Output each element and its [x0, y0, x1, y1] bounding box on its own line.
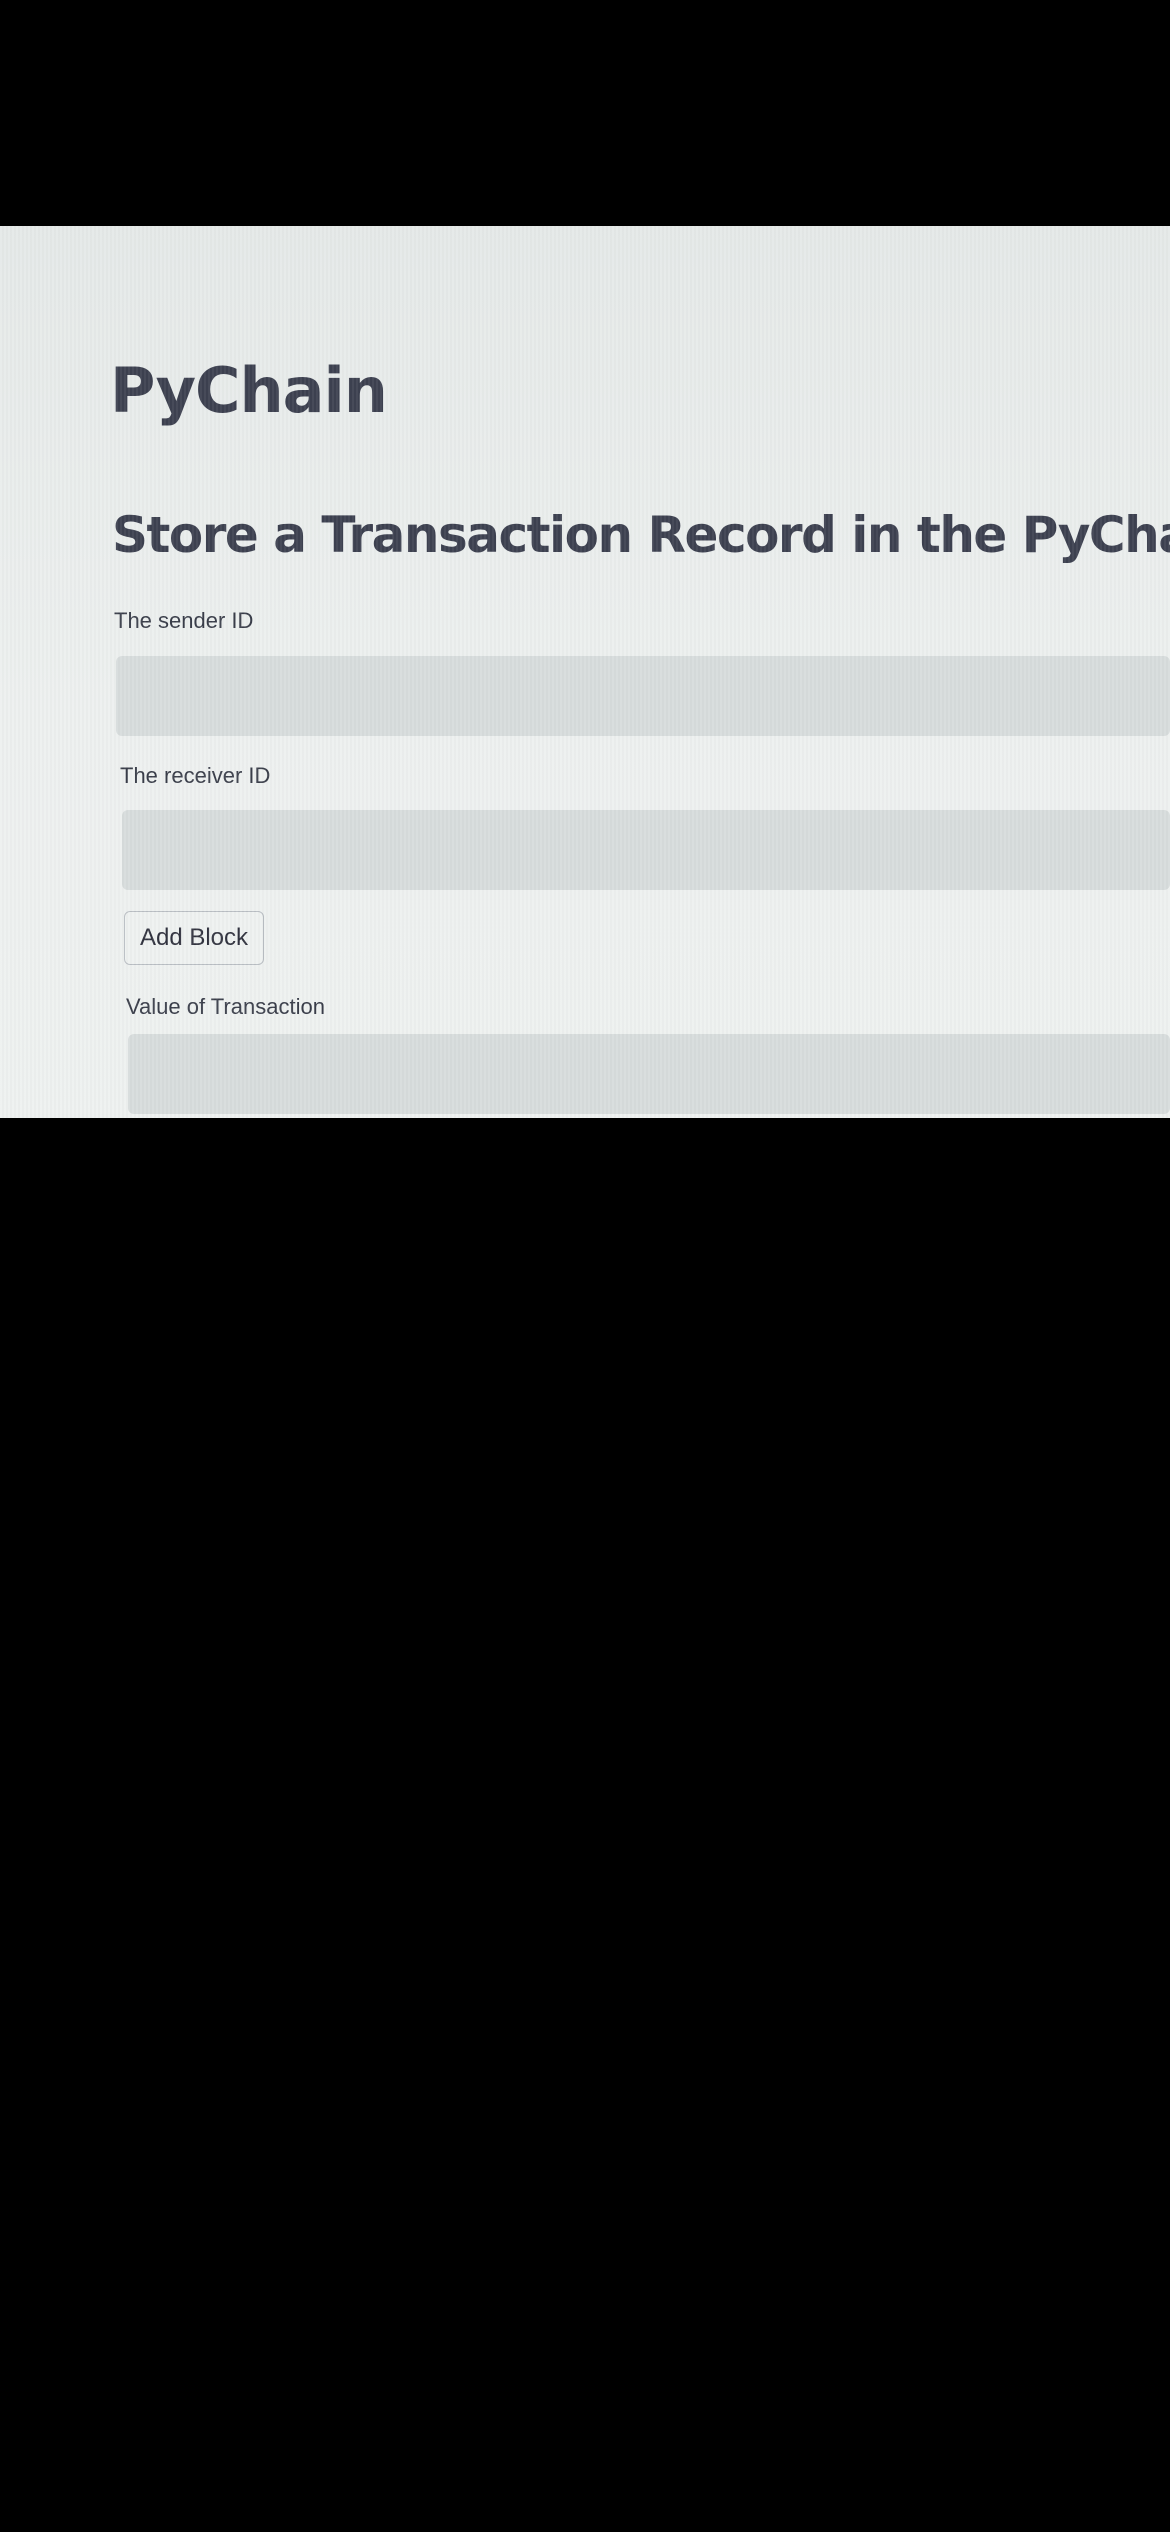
app-title: PyChain	[110, 354, 388, 427]
transaction-value-input[interactable]	[128, 1034, 1170, 1114]
receiver-id-input[interactable]	[122, 810, 1170, 890]
app-screen: PyChain Store a Transaction Record in th…	[0, 226, 1170, 1118]
receiver-id-label: The receiver ID	[120, 763, 271, 788]
photo-frame: PyChain Store a Transaction Record in th…	[0, 0, 1170, 2532]
add-block-button[interactable]: Add Block	[124, 911, 264, 965]
sender-id-label: The sender ID	[114, 608, 254, 633]
sender-id-input[interactable]	[116, 656, 1170, 736]
form-heading: Store a Transaction Record in the PyChai…	[112, 506, 1170, 564]
transaction-value-label: Value of Transaction	[126, 994, 325, 1019]
